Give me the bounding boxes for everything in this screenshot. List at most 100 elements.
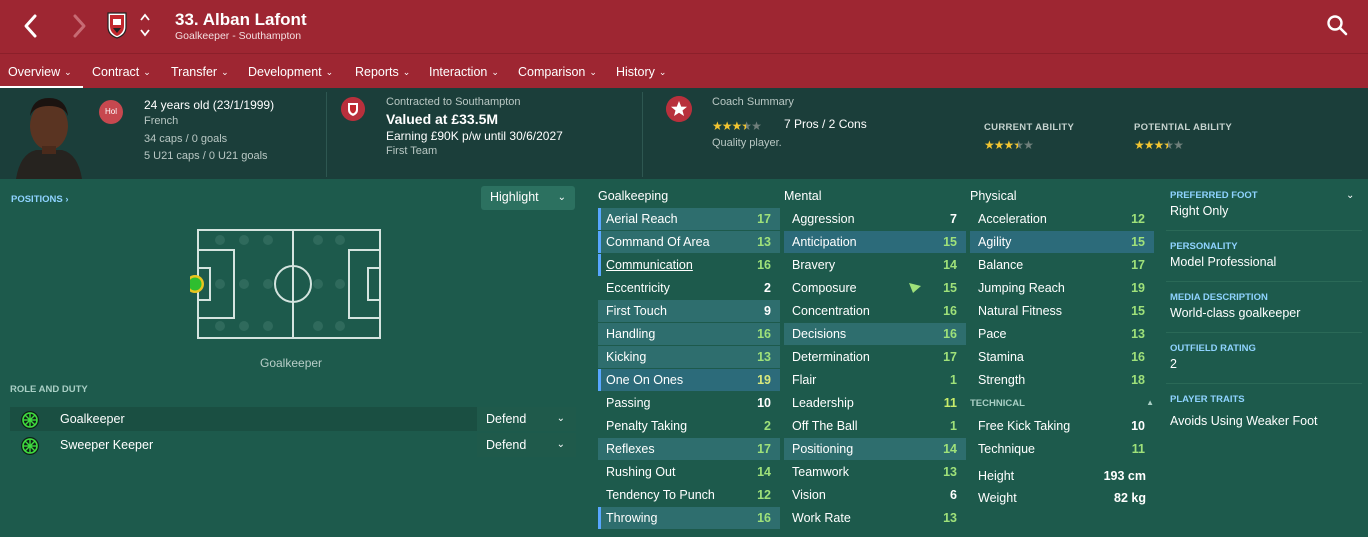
attribute-row[interactable]: Concentration 16 [784, 300, 966, 322]
player-age: 24 years old (23/1/1999) [144, 98, 275, 112]
attribute-name: Decisions [792, 327, 847, 341]
attribute-row[interactable]: Stamina 16 [970, 346, 1154, 368]
attribute-value: 15 [943, 235, 957, 249]
attribute-row[interactable]: Throwing 16 [598, 507, 780, 529]
attribute-row[interactable]: Strength 18 [970, 369, 1154, 391]
attribute-row[interactable]: Composure 15 [784, 277, 966, 299]
attribute-name: Passing [606, 396, 651, 410]
chevron-down-icon[interactable]: ⌄ [1346, 190, 1354, 201]
duty-dropdown[interactable]: Defend ⌄ [477, 433, 576, 457]
club-crest-icon[interactable] [106, 11, 128, 39]
attribute-row[interactable]: Free Kick Taking 10 [970, 415, 1154, 437]
attribute-value: 7 [950, 212, 957, 226]
tab-transfer[interactable]: Transfer ⌄ [171, 65, 229, 79]
attribute-row[interactable]: One On Ones 19 [598, 369, 780, 391]
forward-arrow-icon[interactable] [66, 12, 92, 40]
collapse-icon[interactable]: ▲ [1146, 398, 1154, 407]
technical-heading: TECHNICAL ▲ [970, 398, 1156, 409]
attribute-value: 12 [757, 488, 771, 502]
attribute-row[interactable]: Anticipation 15 [784, 231, 966, 253]
attribute-name: Handling [606, 327, 656, 341]
star-icon: ★ [1013, 138, 1024, 152]
attribute-row[interactable]: Rushing Out 14 [598, 461, 780, 483]
role-row[interactable]: Sweeper Keeper Defend ⌄ [10, 433, 576, 457]
attribute-row[interactable]: Off The Ball 1 [784, 415, 966, 437]
attribute-value: 2 [764, 281, 771, 295]
attribute-value: 14 [757, 465, 771, 479]
media-description-label: MEDIA DESCRIPTION [1170, 292, 1268, 303]
tab-contract[interactable]: Contract ⌄ [92, 65, 151, 79]
attribute-row[interactable]: Pace 13 [970, 323, 1154, 345]
attribute-value: 11 [943, 396, 957, 410]
star-icon: ★ [721, 119, 733, 133]
attribute-value: 9 [764, 304, 771, 318]
attribute-row[interactable]: Bravery 14 [784, 254, 966, 276]
attribute-row[interactable]: Acceleration 12 [970, 208, 1154, 230]
nationality-badge[interactable]: Hol [99, 100, 123, 124]
attribute-row[interactable]: Handling 16 [598, 323, 780, 345]
attribute-row[interactable]: Communication 16 [598, 254, 780, 276]
star-icon: ★ [1134, 138, 1145, 152]
attribute-row[interactable]: Determination 17 [784, 346, 966, 368]
tab-label: History [616, 65, 655, 79]
attribute-value: 13 [943, 465, 957, 479]
attribute-value: 13 [943, 511, 957, 525]
divider [1166, 332, 1362, 333]
role-row[interactable]: Goalkeeper Defend ⌄ [10, 407, 576, 431]
positions-link[interactable]: POSITIONS › [11, 194, 69, 205]
role-name: Goalkeeper [60, 412, 125, 426]
player-trait-item[interactable]: Avoids Using Weaker Foot [1170, 414, 1318, 428]
chevron-down-icon: ⌄ [658, 67, 667, 77]
current-ability-label: CURRENT ABILITY [984, 122, 1075, 133]
attribute-value: 6 [950, 488, 957, 502]
duty-label: Defend [486, 412, 527, 426]
attribute-name: Tendency To Punch [606, 488, 715, 502]
attribute-row[interactable]: Kicking 13 [598, 346, 780, 368]
attribute-row[interactable]: Vision 6 [784, 484, 966, 506]
attribute-row[interactable]: Eccentricity 2 [598, 277, 780, 299]
duty-dropdown[interactable]: Defend ⌄ [477, 407, 576, 431]
highlight-dropdown[interactable]: Highlight ⌄ [481, 186, 575, 210]
player-switch-icon[interactable] [138, 10, 152, 40]
tab-history[interactable]: History ⌄ [616, 65, 666, 79]
attribute-row[interactable]: Agility 15 [970, 231, 1154, 253]
attribute-row[interactable]: Balance 17 [970, 254, 1154, 276]
tab-overview[interactable]: Overview ⌄ [8, 65, 72, 79]
attribute-name: Eccentricity [606, 281, 670, 295]
attribute-row[interactable]: Technique 11 [970, 438, 1154, 460]
attribute-row[interactable]: Command Of Area 13 [598, 231, 780, 253]
attribute-row[interactable]: Aggression 7 [784, 208, 966, 230]
attribute-row[interactable]: Decisions 16 [784, 323, 966, 345]
attribute-row[interactable]: First Touch 9 [598, 300, 780, 322]
attribute-name: Vision [792, 488, 826, 502]
chevron-down-icon: ⌄ [556, 413, 565, 424]
attribute-row[interactable]: Reflexes 17 [598, 438, 780, 460]
attribute-row[interactable]: Natural Fitness 15 [970, 300, 1154, 322]
attribute-row[interactable]: Work Rate 13 [784, 507, 966, 529]
pros-cons[interactable]: 7 Pros / 2 Cons [784, 117, 867, 131]
attribute-row[interactable]: Tendency To Punch 12 [598, 484, 780, 506]
outfield-rating-label: OUTFIELD RATING [1170, 343, 1256, 354]
back-arrow-icon[interactable] [18, 12, 44, 40]
tab-development[interactable]: Development ⌄ [248, 65, 333, 79]
attribute-value: 1 [950, 419, 957, 433]
attribute-value: 11 [1131, 442, 1145, 456]
tab-interaction[interactable]: Interaction ⌄ [429, 65, 499, 79]
technical-label: TECHNICAL [970, 398, 1025, 409]
search-icon[interactable] [1326, 14, 1348, 36]
coach-summary-label: Coach Summary [712, 96, 794, 108]
attribute-row[interactable]: Teamwork 13 [784, 461, 966, 483]
tab-reports[interactable]: Reports ⌄ [355, 65, 410, 79]
attribute-row[interactable]: Leadership 11 [784, 392, 966, 414]
attribute-row[interactable]: Passing 10 [598, 392, 780, 414]
attribute-row[interactable]: Penalty Taking 2 [598, 415, 780, 437]
attribute-row[interactable]: Positioning 14 [784, 438, 966, 460]
attribute-row[interactable]: Flair 1 [784, 369, 966, 391]
height-label: Height [978, 469, 1015, 483]
outfield-rating-value: 2 [1170, 357, 1177, 371]
mental-heading: Mental [784, 189, 822, 203]
physical-heading: Physical [970, 189, 1017, 203]
tab-comparison[interactable]: Comparison ⌄ [518, 65, 597, 79]
attribute-row[interactable]: Jumping Reach 19 [970, 277, 1154, 299]
attribute-row[interactable]: Aerial Reach 17 [598, 208, 780, 230]
